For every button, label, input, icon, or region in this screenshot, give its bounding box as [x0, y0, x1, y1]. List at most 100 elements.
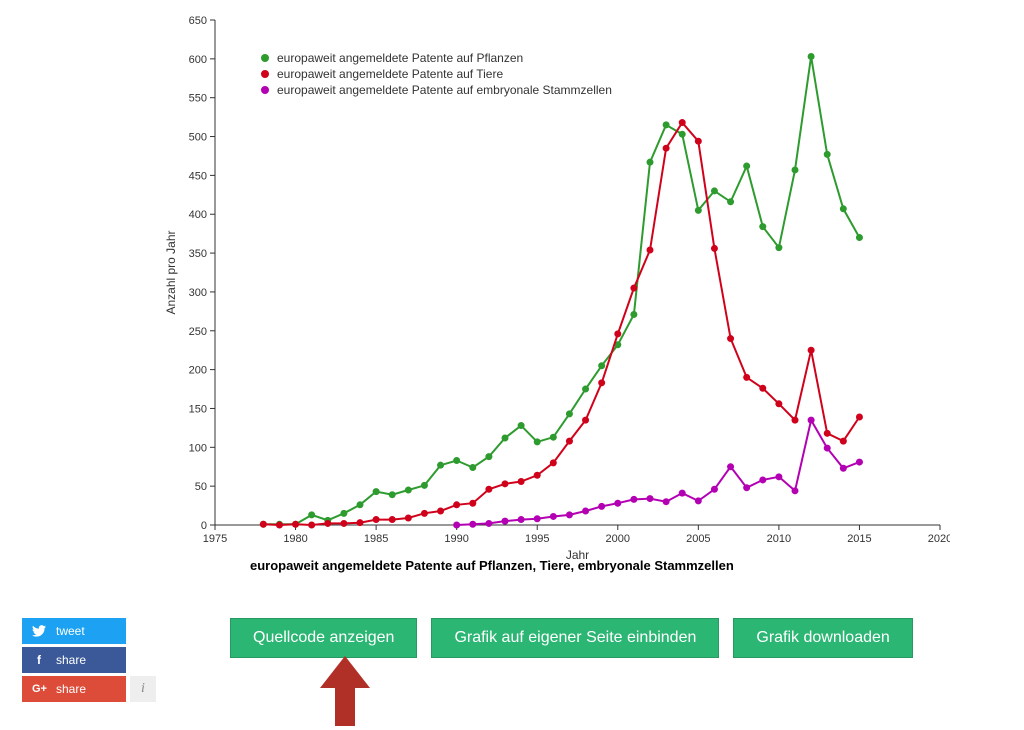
svg-text:200: 200 — [189, 365, 207, 377]
svg-text:2005: 2005 — [686, 533, 710, 545]
svg-text:1975: 1975 — [203, 533, 227, 545]
series-point — [502, 518, 509, 525]
series-point — [437, 462, 444, 469]
series-point — [502, 434, 509, 441]
series-point — [389, 491, 396, 498]
googleplus-share-button[interactable]: G+ share — [22, 676, 126, 702]
series-point — [582, 417, 589, 424]
series-point — [276, 522, 283, 529]
series-point — [840, 205, 847, 212]
series-point — [630, 285, 637, 292]
tweet-label: tweet — [56, 624, 85, 638]
series-point — [437, 508, 444, 515]
series-point — [711, 187, 718, 194]
chart-container: 0501001502002503003504004505005506006501… — [160, 5, 950, 565]
series-point — [792, 166, 799, 173]
series-point — [566, 438, 573, 445]
svg-text:2000: 2000 — [606, 533, 630, 545]
series-point — [759, 223, 766, 230]
series-point — [373, 488, 380, 495]
svg-text:650: 650 — [189, 15, 207, 27]
pointer-arrow-icon — [320, 656, 370, 726]
googleplus-icon: G+ — [32, 683, 46, 695]
facebook-label: share — [56, 653, 86, 667]
series-point — [308, 511, 315, 518]
series-point — [647, 495, 654, 502]
svg-text:500: 500 — [189, 132, 207, 144]
legend-label: europaweit angemeldete Patente auf Pflan… — [277, 51, 523, 65]
series-point — [743, 163, 750, 170]
embed-button[interactable]: Grafik auf eigener Seite einbinden — [431, 618, 719, 658]
series-point — [614, 330, 621, 337]
action-buttons: Quellcode anzeigen Grafik auf eigener Se… — [230, 618, 913, 658]
series-point — [550, 459, 557, 466]
series-point — [550, 513, 557, 520]
series-point — [711, 486, 718, 493]
series-point — [824, 445, 831, 452]
series-point — [469, 521, 476, 528]
series-point — [663, 121, 670, 128]
series-point — [759, 385, 766, 392]
series-point — [840, 438, 847, 445]
series-point — [792, 487, 799, 494]
series-point — [598, 503, 605, 510]
series-point — [292, 521, 299, 528]
series-point — [389, 516, 396, 523]
series-point — [357, 501, 364, 508]
series-point — [598, 379, 605, 386]
series-point — [663, 498, 670, 505]
svg-text:350: 350 — [189, 248, 207, 260]
series-point — [582, 508, 589, 515]
series-point — [824, 430, 831, 437]
series-point — [727, 463, 734, 470]
series-point — [308, 522, 315, 529]
series-point — [469, 464, 476, 471]
svg-text:300: 300 — [189, 287, 207, 299]
series-point — [550, 434, 557, 441]
series-point — [679, 131, 686, 138]
series-point — [534, 472, 541, 479]
series-point — [453, 457, 460, 464]
svg-text:450: 450 — [189, 170, 207, 182]
legend-dot — [261, 54, 269, 62]
twitter-icon — [32, 625, 46, 637]
tweet-button[interactable]: tweet — [22, 618, 126, 644]
series-point — [840, 465, 847, 472]
facebook-share-button[interactable]: f share — [22, 647, 126, 673]
series-point — [695, 138, 702, 145]
series-point — [324, 520, 331, 527]
series-line — [263, 57, 859, 525]
series-point — [485, 486, 492, 493]
series-point — [824, 151, 831, 158]
googleplus-label: share — [56, 682, 86, 696]
series-point — [711, 245, 718, 252]
series-point — [421, 482, 428, 489]
svg-text:2020: 2020 — [928, 533, 950, 545]
series-point — [405, 515, 412, 522]
svg-text:Anzahl pro Jahr: Anzahl pro Jahr — [164, 230, 178, 314]
series-point — [743, 374, 750, 381]
series-point — [373, 516, 380, 523]
legend-label: europaweit angemeldete Patente auf Tiere — [277, 67, 503, 81]
series-point — [856, 234, 863, 241]
series-point — [405, 487, 412, 494]
download-button[interactable]: Grafik downloaden — [733, 618, 912, 658]
show-source-button[interactable]: Quellcode anzeigen — [230, 618, 417, 658]
series-point — [647, 246, 654, 253]
svg-text:2010: 2010 — [767, 533, 791, 545]
svg-text:0: 0 — [201, 520, 207, 532]
series-point — [614, 500, 621, 507]
series-point — [808, 347, 815, 354]
series-point — [775, 244, 782, 251]
series-point — [856, 414, 863, 421]
series-point — [340, 510, 347, 517]
chart-caption: europaweit angemeldete Patente auf Pflan… — [250, 558, 734, 573]
series-point — [534, 438, 541, 445]
series-point — [340, 520, 347, 527]
series-point — [663, 145, 670, 152]
social-buttons: tweet f share G+ share i — [22, 618, 162, 705]
series-point — [775, 473, 782, 480]
info-button[interactable]: i — [130, 676, 156, 702]
facebook-icon: f — [32, 653, 46, 667]
svg-text:250: 250 — [189, 326, 207, 338]
